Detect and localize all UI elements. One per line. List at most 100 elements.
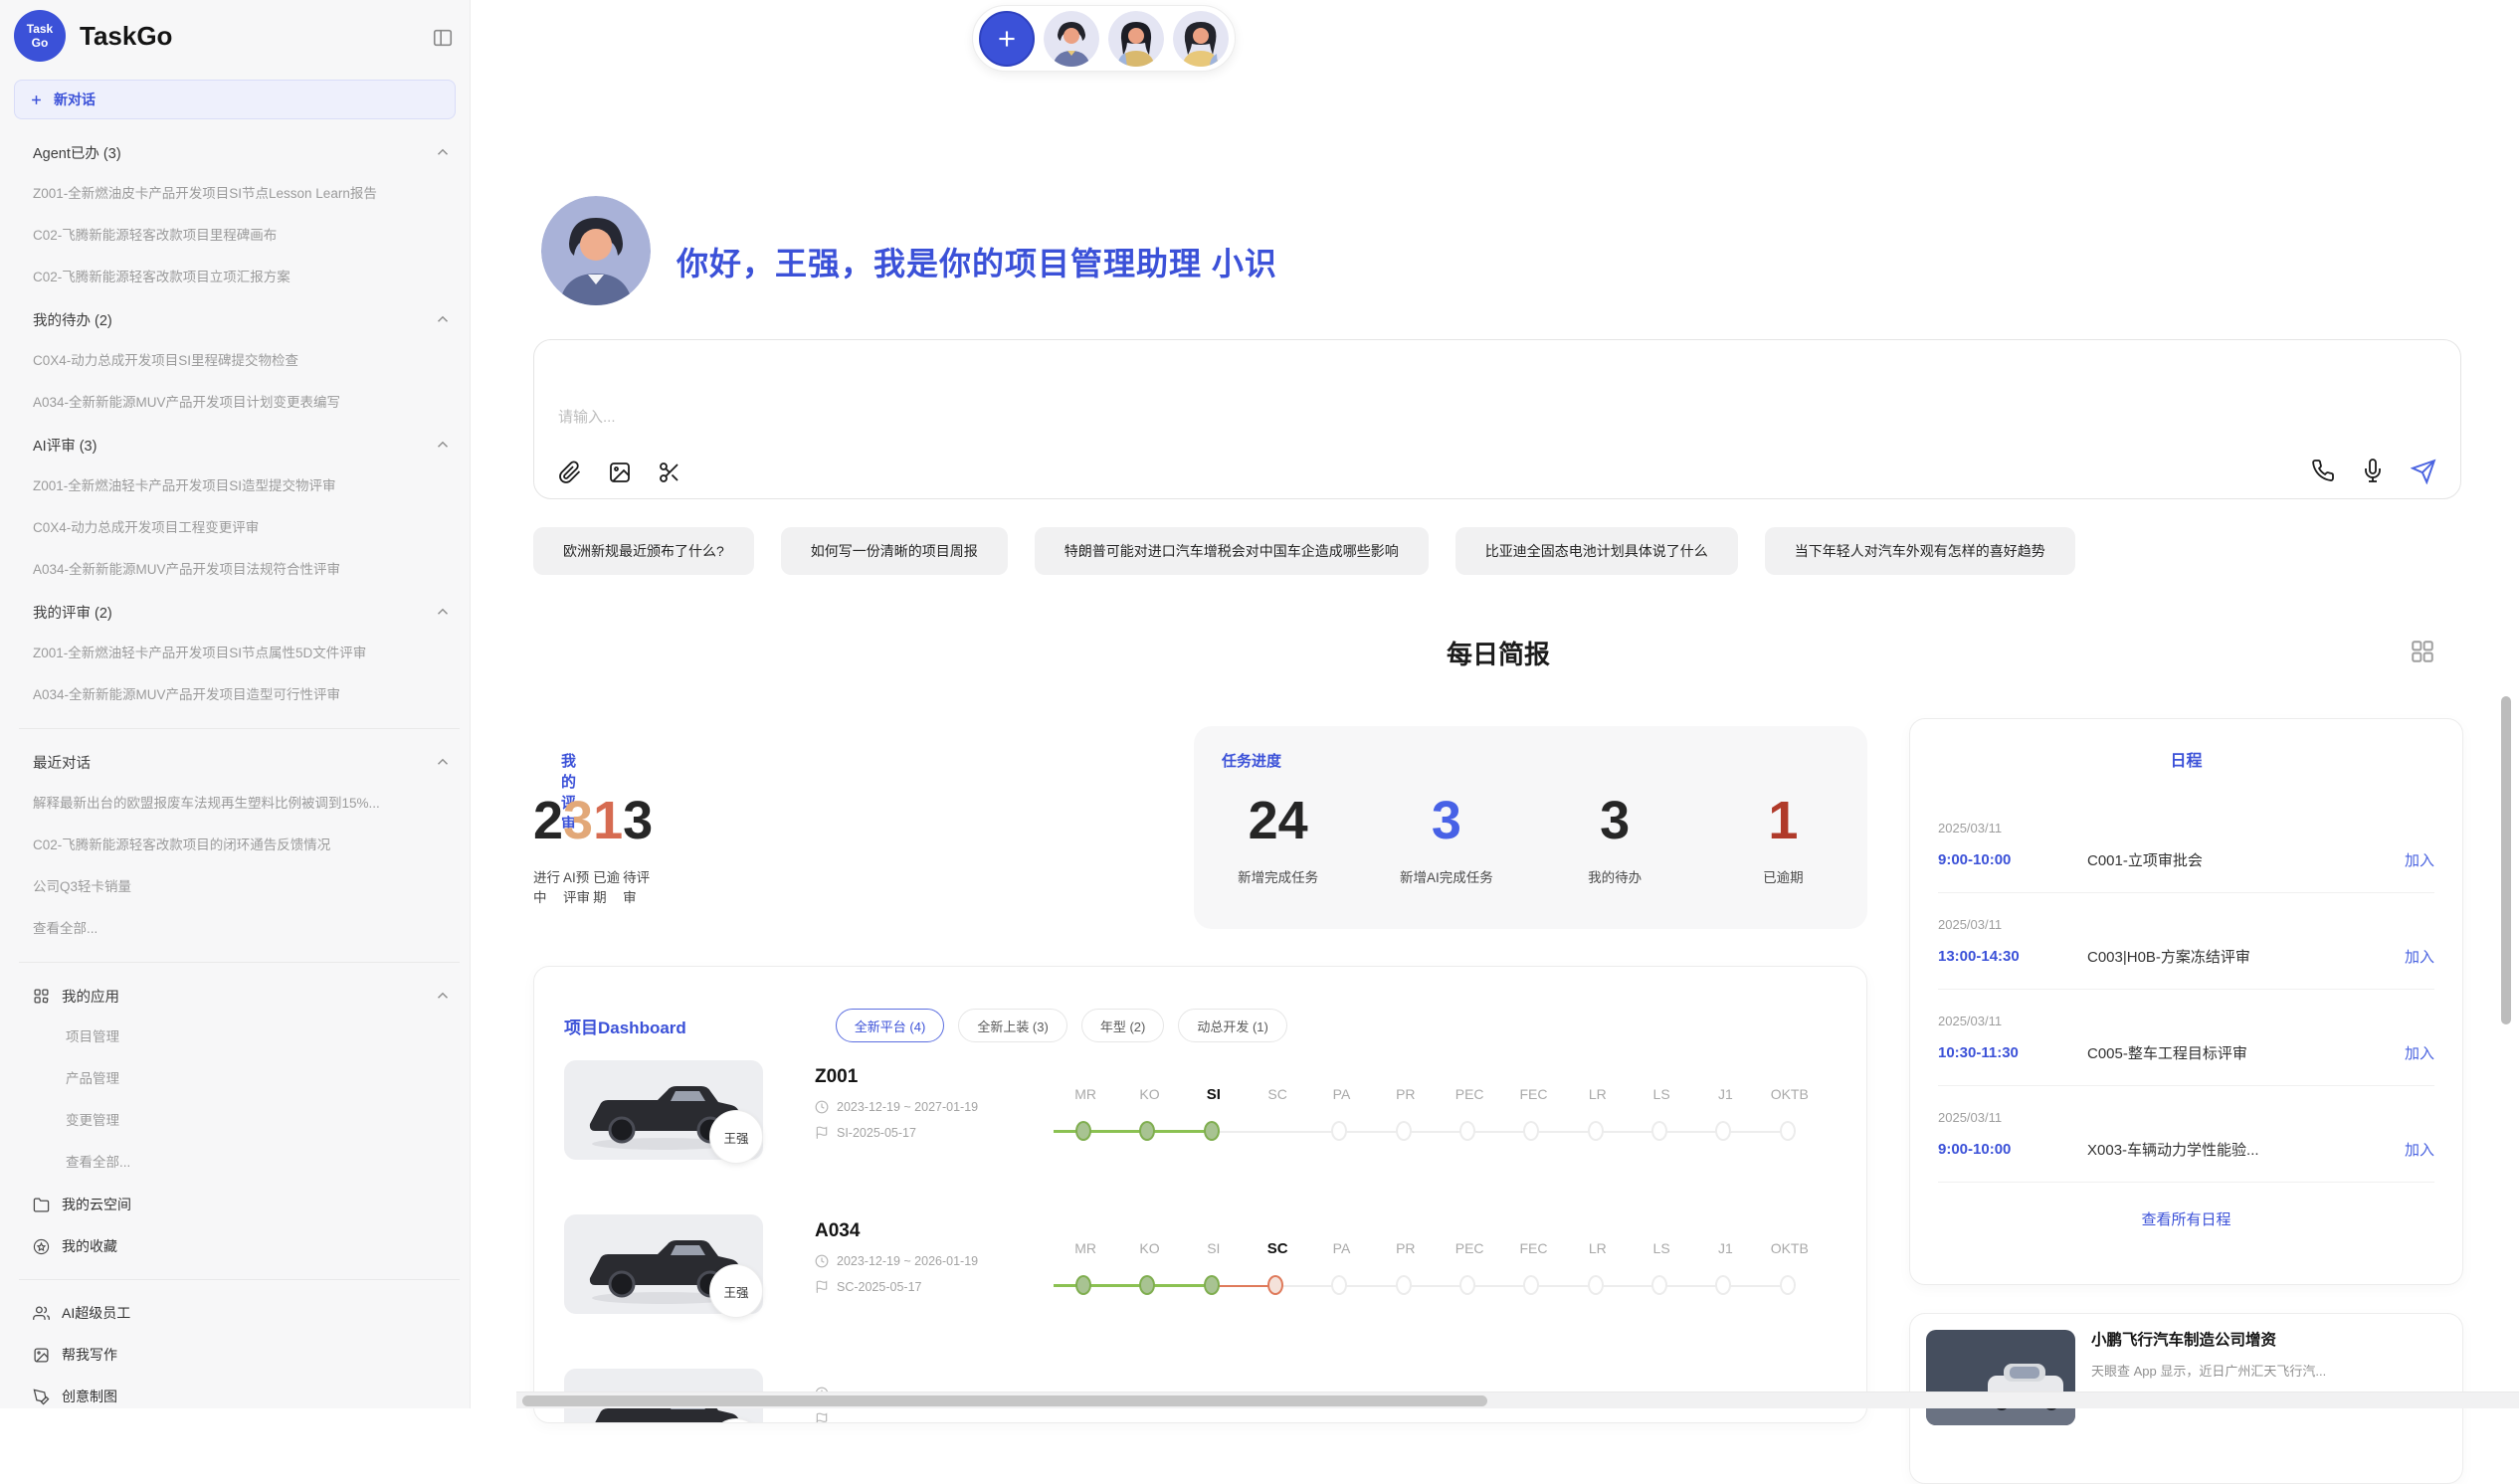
schedule-card: 日程 2025/03/11 9:00-10:00 C001-立项审批会 加入 2… bbox=[1909, 718, 2463, 1285]
scissors-icon[interactable] bbox=[658, 461, 681, 484]
project-row[interactable]: 王强 Z001 2023-12-19 ~ 2027-01-19 SI-2025-… bbox=[534, 1056, 1866, 1210]
recent-chat-item[interactable]: 查看全部... bbox=[19, 908, 460, 950]
milestone-label: LR bbox=[1566, 1086, 1630, 1110]
sidebar-task-item[interactable]: C0X4-动力总成开发项目工程变更评审 bbox=[19, 507, 460, 549]
stat-label: 进行中 bbox=[533, 866, 563, 906]
project-owner-badge: 王强 bbox=[709, 1264, 763, 1318]
suggestion-chip[interactable]: 欧洲新规最近颁布了什么? bbox=[533, 527, 754, 575]
users-icon bbox=[33, 1305, 50, 1322]
send-icon[interactable] bbox=[2411, 459, 2436, 484]
suggestion-chip[interactable]: 特朗普可能对进口汽车增税会对中国车企造成哪些影响 bbox=[1035, 527, 1429, 575]
sidebar-task-item[interactable]: Z001-全新燃油轻卡产品开发项目SI造型提交物评审 bbox=[19, 465, 460, 507]
stat-value: 3 bbox=[1432, 792, 1461, 850]
ai-staff-label: AI超级员工 bbox=[62, 1303, 130, 1323]
chevron-up-icon[interactable] bbox=[434, 310, 452, 328]
milestone-dot bbox=[1331, 1121, 1347, 1141]
recent-chats-header[interactable]: 最近对话 bbox=[19, 741, 460, 783]
milestone: PR bbox=[1374, 1086, 1438, 1154]
view-all-schedule-link[interactable]: 查看所有日程 bbox=[1910, 1208, 2462, 1229]
suggestion-chip[interactable]: 如何写一份清晰的项目周报 bbox=[781, 527, 1008, 575]
sidebar-section-header[interactable]: 我的待办 (2) bbox=[19, 298, 460, 340]
milestone-label: PR bbox=[1374, 1086, 1438, 1110]
new-chat-button[interactable]: 新对话 bbox=[14, 80, 456, 119]
sidebar-section-header[interactable]: Agent已办 (3) bbox=[19, 131, 460, 173]
my-apps-header[interactable]: 我的应用 bbox=[19, 975, 460, 1017]
chat-input[interactable] bbox=[534, 340, 2460, 498]
sidebar-item-drawing[interactable]: 创意制图 bbox=[19, 1376, 460, 1417]
sidebar-task-item[interactable]: Z001-全新燃油轻卡产品开发项目SI节点属性5D文件评审 bbox=[19, 633, 460, 674]
suggestion-chip[interactable]: 比亚迪全固态电池计划具体说了什么 bbox=[1455, 527, 1738, 575]
add-agent-button[interactable] bbox=[979, 11, 1035, 67]
project-flag: SC-2025-05-17 bbox=[815, 1280, 978, 1294]
stat-item: 3 新增AI完成任务 bbox=[1362, 792, 1530, 886]
milestone: J1 bbox=[1693, 1240, 1757, 1308]
dashboard-tab[interactable]: 动总开发 (1) bbox=[1178, 1009, 1287, 1042]
join-link[interactable]: 加入 bbox=[2405, 1042, 2434, 1063]
dashboard-tab[interactable]: 全新上装 (3) bbox=[958, 1009, 1067, 1042]
chevron-up-icon[interactable] bbox=[434, 753, 452, 771]
chevron-up-icon[interactable] bbox=[434, 603, 452, 621]
sidebar-task-item[interactable]: A034-全新新能源MUV产品开发项目计划变更表编写 bbox=[19, 382, 460, 424]
join-link[interactable]: 加入 bbox=[2405, 849, 2434, 870]
recent-chat-item[interactable]: C02-飞腾新能源轻客改款项目的闭环通告反馈情况 bbox=[19, 825, 460, 866]
phone-call-icon[interactable] bbox=[2311, 459, 2335, 484]
agent-avatar-1[interactable] bbox=[1044, 11, 1099, 67]
schedule-event: 2025/03/11 9:00-10:00 X003-车辆动力学性能验... 加… bbox=[1938, 1086, 2434, 1183]
milestone-label: PA bbox=[1309, 1240, 1373, 1264]
app-item[interactable]: 项目管理 bbox=[19, 1017, 460, 1058]
agent-avatar-2[interactable] bbox=[1108, 11, 1164, 67]
chevron-up-icon[interactable] bbox=[434, 436, 452, 454]
milestone-track bbox=[1501, 1264, 1565, 1308]
dashboard-tab[interactable]: 年型 (2) bbox=[1081, 1009, 1165, 1042]
milestone-dot bbox=[1204, 1275, 1220, 1295]
dashboard-tab[interactable]: 全新平台 (4) bbox=[836, 1009, 945, 1042]
sidebar-task-item[interactable]: C02-飞腾新能源轻客改款项目里程碑画布 bbox=[19, 215, 460, 257]
sidebar-section-header[interactable]: 我的评审 (2) bbox=[19, 591, 460, 633]
image-upload-icon[interactable] bbox=[608, 461, 632, 484]
join-link[interactable]: 加入 bbox=[2405, 1139, 2434, 1160]
stat-item: 3 AI预评审 bbox=[563, 792, 593, 906]
app-item[interactable]: 产品管理 bbox=[19, 1058, 460, 1100]
chevron-up-icon[interactable] bbox=[434, 987, 452, 1005]
milestone: PA bbox=[1309, 1240, 1373, 1308]
milestone-track bbox=[1758, 1264, 1822, 1308]
sidebar-task-item[interactable]: Z001-全新燃油皮卡产品开发项目SI节点Lesson Learn报告 bbox=[19, 173, 460, 215]
sidebar-item-ai-staff[interactable]: AI超级员工 bbox=[19, 1292, 460, 1334]
flag-icon bbox=[815, 1280, 829, 1294]
app-item[interactable]: 查看全部... bbox=[19, 1142, 460, 1184]
sidebar-task-item[interactable]: A034-全新新能源MUV产品开发项目法规符合性评审 bbox=[19, 549, 460, 591]
recent-chat-item[interactable]: 公司Q3轻卡销量 bbox=[19, 866, 460, 908]
milestone-label: J1 bbox=[1693, 1240, 1757, 1264]
recent-chat-item[interactable]: 解释最新出台的欧盟报废车法规再生塑料比例被调到15%... bbox=[19, 783, 460, 825]
milestone-dot bbox=[1651, 1121, 1667, 1141]
layout-grid-icon[interactable] bbox=[2410, 639, 2435, 664]
join-link[interactable]: 加入 bbox=[2405, 946, 2434, 967]
sidebar-item-writing[interactable]: 帮我写作 bbox=[19, 1334, 460, 1376]
sidebar-task-item[interactable]: C0X4-动力总成开发项目SI里程碑提交物检查 bbox=[19, 340, 460, 382]
paperclip-icon[interactable] bbox=[558, 461, 582, 484]
project-dates: 2023-12-19 ~ 2027-01-19 bbox=[815, 1100, 978, 1114]
vertical-scrollbar-thumb[interactable] bbox=[2501, 696, 2511, 1024]
sidebar-section-header[interactable]: AI评审 (3) bbox=[19, 424, 460, 465]
sidebar-item-cloud-space[interactable]: 我的云空间 bbox=[19, 1184, 460, 1225]
microphone-icon[interactable] bbox=[2361, 459, 2385, 484]
dashboard-header: 项目Dashboard 全新平台 (4)全新上装 (3)年型 (2)动总开发 (… bbox=[534, 967, 1866, 1056]
milestone-label: OKTB bbox=[1758, 1240, 1822, 1264]
milestone-dot bbox=[1267, 1275, 1283, 1295]
project-row[interactable]: 王强 A034 2023-12-19 ~ 2026-01-19 SC-2025-… bbox=[534, 1210, 1866, 1365]
sidebar-task-item[interactable]: A034-全新新能源MUV产品开发项目造型可行性评审 bbox=[19, 674, 460, 716]
sidebar-item-favorites[interactable]: 我的收藏 bbox=[19, 1225, 460, 1267]
suggestion-chip[interactable]: 当下年轻人对汽车外观有怎样的喜好趋势 bbox=[1765, 527, 2075, 575]
milestone-dot bbox=[1715, 1121, 1731, 1141]
milestone: PA bbox=[1309, 1086, 1373, 1154]
milestone-dot bbox=[1651, 1275, 1667, 1295]
chevron-up-icon[interactable] bbox=[434, 143, 452, 161]
collapse-sidebar-icon[interactable] bbox=[432, 27, 454, 49]
section-title: Agent已办 (3) bbox=[33, 142, 121, 163]
agent-avatar-3[interactable] bbox=[1173, 11, 1229, 67]
sidebar-task-item[interactable]: C02-飞腾新能源轻客改款项目立项汇报方案 bbox=[19, 257, 460, 298]
stat-value: 1 bbox=[593, 792, 623, 850]
app-item[interactable]: 变更管理 bbox=[19, 1100, 460, 1142]
horizontal-scrollbar-thumb[interactable] bbox=[522, 1395, 1487, 1406]
horizontal-scrollbar[interactable] bbox=[516, 1391, 2519, 1408]
